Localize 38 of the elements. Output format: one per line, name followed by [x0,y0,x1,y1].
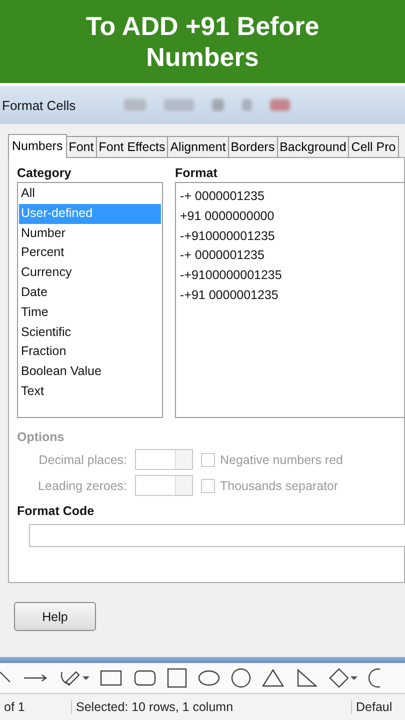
format-item[interactable]: -+9100000001235 [177,266,403,286]
category-item[interactable]: Scientific [19,322,161,342]
format-label: Format [175,166,218,182]
tab[interactable]: Background [276,136,350,158]
spinner-label: Leading zeroes: [37,478,127,492]
status-text: of 1 [0,700,72,714]
checkbox-label: Thousands separator [220,478,338,492]
category-item[interactable]: Fraction [19,342,161,362]
category-item[interactable]: Text [19,382,161,402]
category-item[interactable]: Time [19,302,161,323]
status-text: Defaul [352,700,405,714]
help-button[interactable]: Help [14,602,96,631]
category-item[interactable]: Percent [19,243,161,264]
tab[interactable]: Numbers [8,134,67,158]
checkbox-label: Negative numbers red [220,452,343,466]
tab[interactable]: Font [66,136,97,158]
format-item[interactable]: -+91 0000001235 [177,286,403,306]
options-label: Options [17,430,66,444]
window-title: Format Cells [2,98,76,112]
format-item[interactable]: -+ 0000001235 [177,187,403,207]
format-item[interactable]: -+ 0000001235 [177,246,403,266]
tab[interactable]: Cell Pro [348,136,399,158]
category-label: Category [17,166,72,182]
format-item[interactable]: -+910000001235 [177,226,403,246]
spinner-label: Decimal places: [38,452,127,466]
category-item[interactable]: Currency [19,263,161,283]
category-item[interactable]: Boolean Value [19,362,161,382]
format-code-label: Format Code [17,504,94,518]
status-text: Selected: 10 rows, 1 column [72,700,352,714]
banner-text: Numbers [146,42,259,72]
format-item[interactable]: +91 0000000000 [177,206,403,227]
tab[interactable]: Borders [228,136,278,158]
tab[interactable]: Font Effects [96,136,168,158]
banner-text: To ADD +91 Before [86,10,320,42]
category-item[interactable]: Number [19,224,161,244]
category-item[interactable]: Date [19,282,161,303]
tab[interactable]: Alignment [167,136,229,158]
category-item[interactable]: All [19,184,161,204]
